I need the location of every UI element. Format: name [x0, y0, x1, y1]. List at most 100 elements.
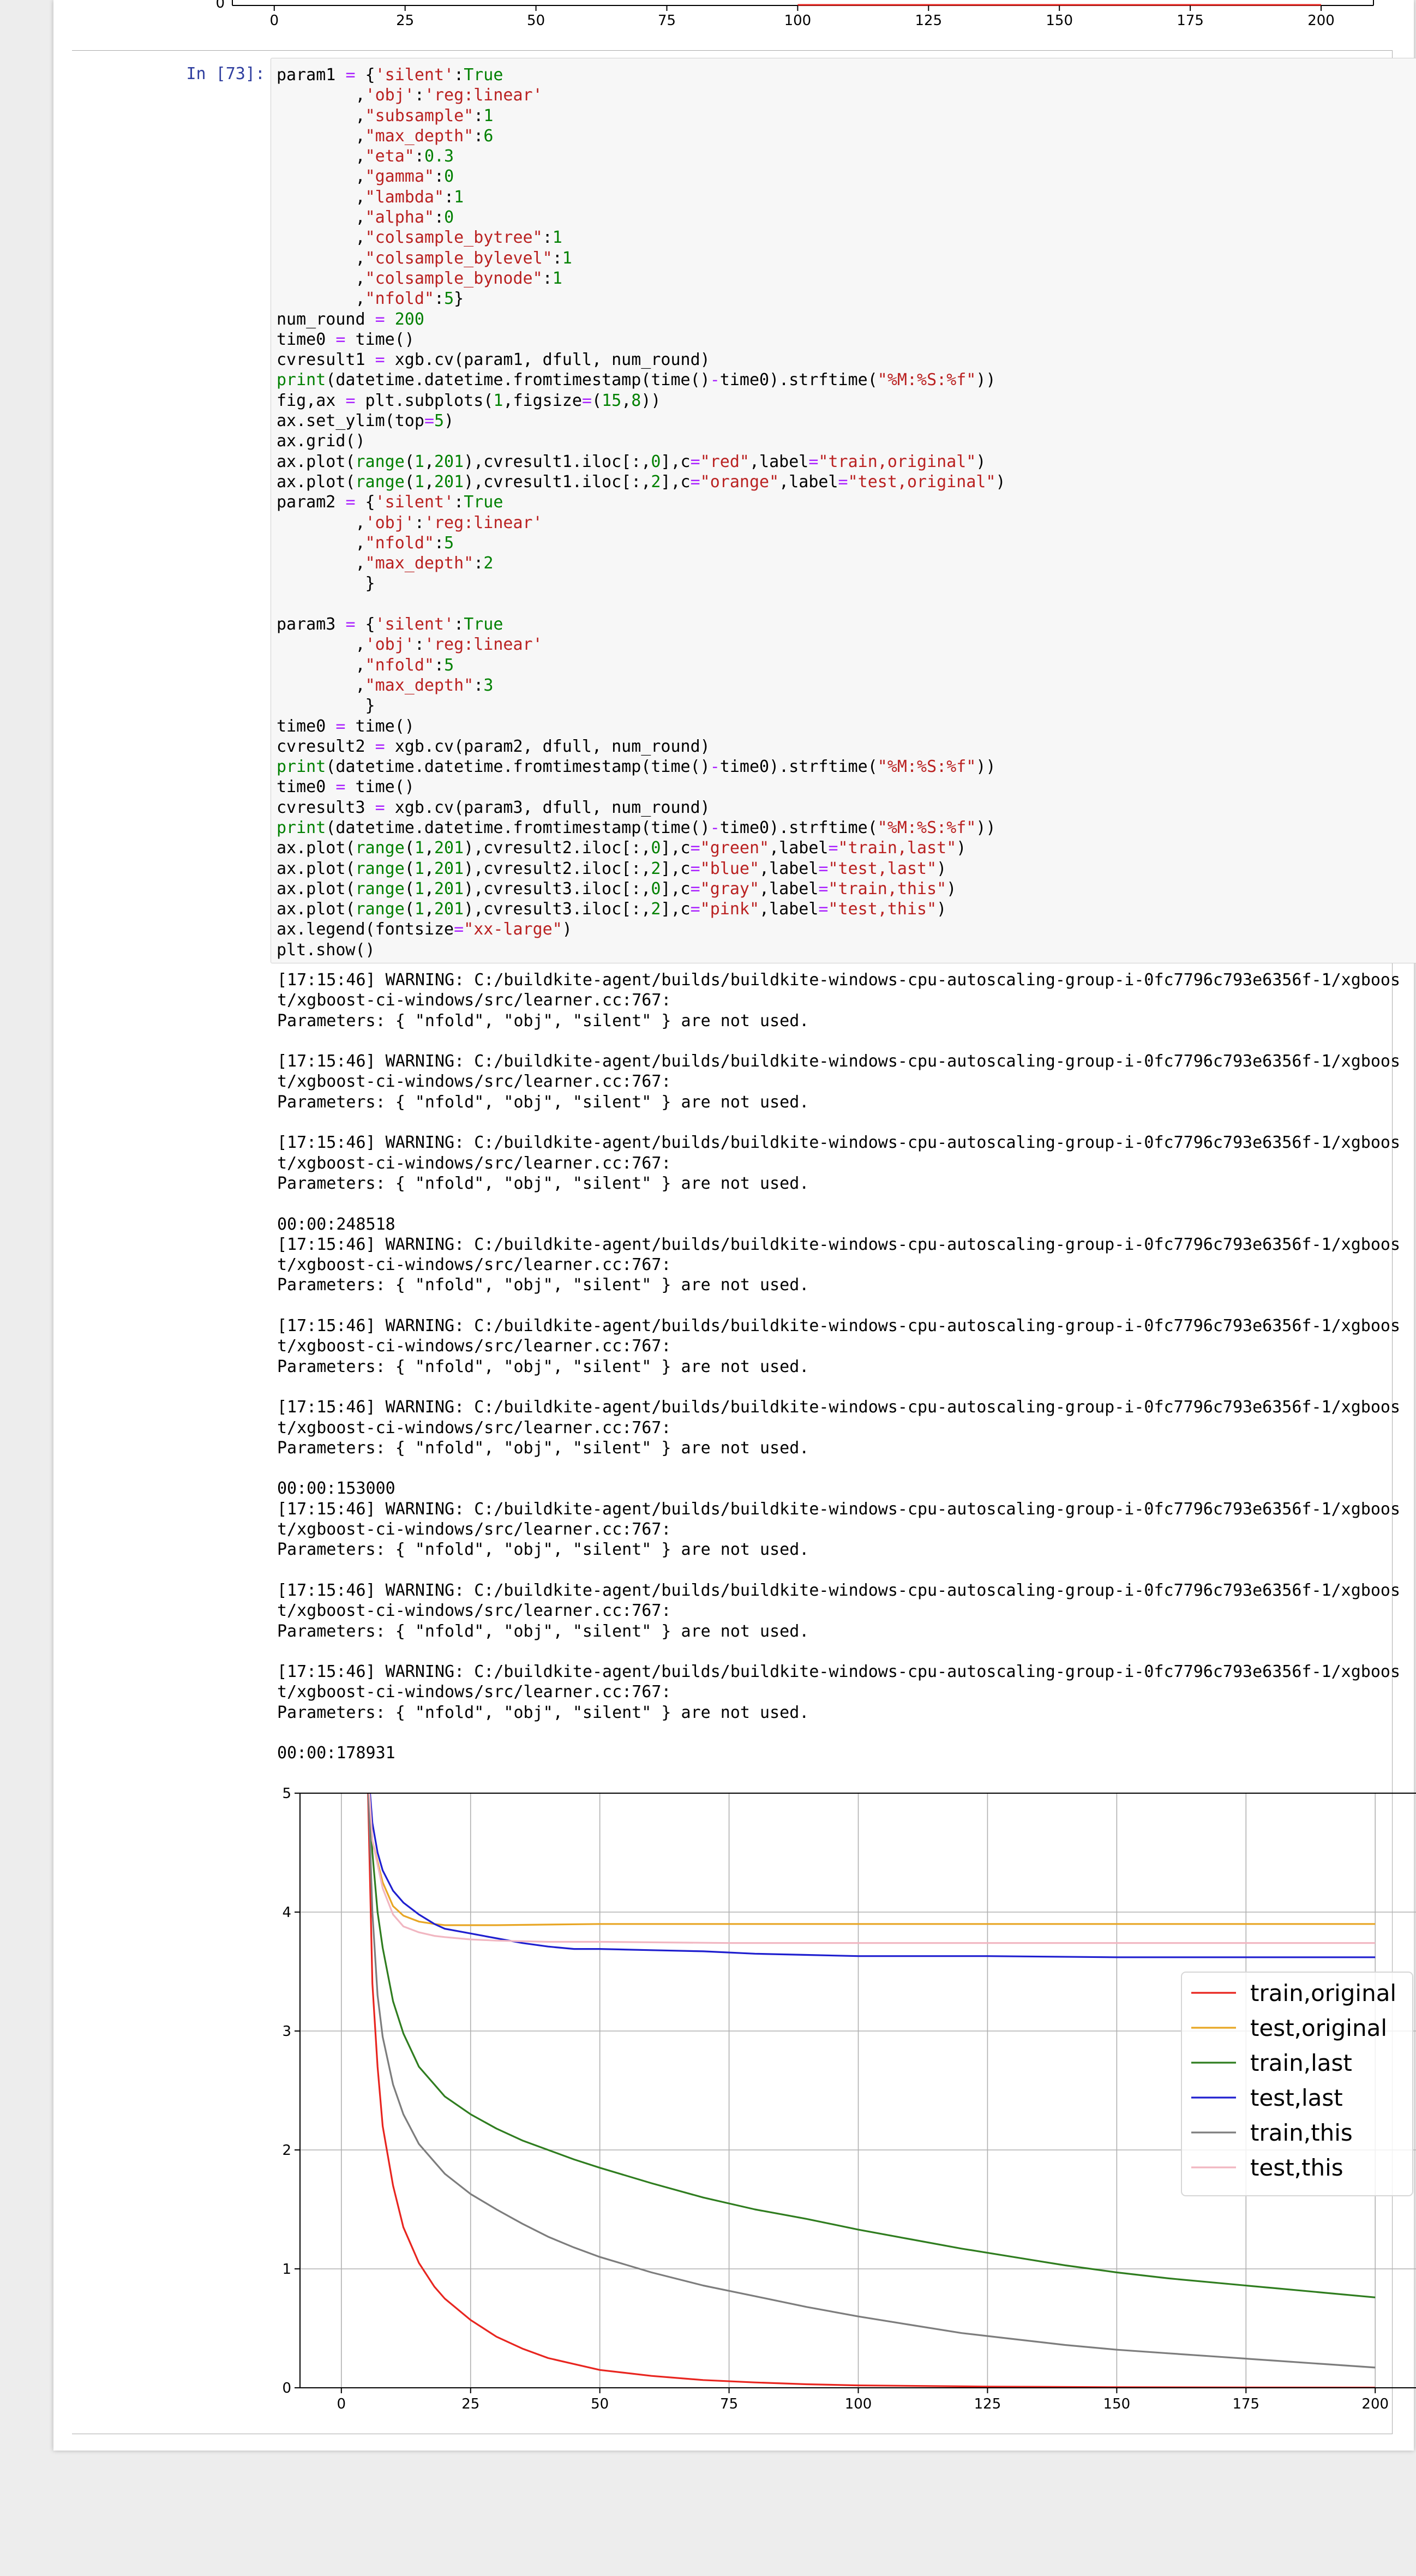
code-token: "green" [700, 838, 770, 858]
code-line: ,"alpha":0 [277, 208, 454, 227]
code-token: = [818, 879, 829, 898]
code-token: : [414, 635, 424, 655]
series-line-test-original [368, 1793, 1376, 1926]
notebook-page: 0 25 50 75 100 125 150 175 200 0 In [73]: param1 … [53, 0, 1416, 2451]
code-token: = [424, 411, 434, 431]
y-tick-label: 4 [282, 1904, 291, 1921]
code-token: "alpha" [365, 208, 434, 227]
code-token: 1 [414, 859, 424, 878]
code-token: ax.plot( [277, 879, 356, 898]
code-line: cvresult1 = xgb.cv(param1, dfull, num_ro… [277, 350, 710, 369]
previous-plot-axis: 0 25 50 75 100 125 150 175 200 0 [215, 0, 1374, 29]
code-token: num_round [277, 309, 375, 329]
code-token: "colsample_bytree" [365, 228, 543, 248]
code-token: ( [404, 452, 415, 471]
output-line: [17:15:46] WARNING: C:/buildkite-agent/b… [277, 1499, 1401, 1519]
output-line: t/xgboost-ci-windows/src/learner.cc:767: [277, 1255, 671, 1275]
legend-label: train,this [1250, 2119, 1353, 2146]
x-tick-label: 100 [845, 2396, 872, 2412]
code-token: 'obj' [365, 86, 415, 105]
code-line: } [277, 696, 375, 715]
code-token: (datetime.datetime.fromtimestamp(time() [326, 818, 710, 837]
code-token: 8 [631, 391, 641, 410]
code-token: "xx-large" [464, 920, 562, 939]
x-tick-label: 25 [461, 2396, 479, 2412]
code-token: , [277, 86, 365, 105]
code-token: : [473, 675, 484, 695]
code-line: ax.plot(range(1,201),cvresult3.iloc[:,0]… [277, 879, 956, 898]
code-token: : [434, 208, 445, 227]
code-token: ax.grid() [277, 432, 365, 451]
code-token: = [375, 798, 385, 817]
code-token: , [277, 106, 365, 125]
code-token: { [355, 493, 375, 512]
code-token: "test,original" [848, 472, 996, 492]
code-token: , [277, 268, 365, 288]
code-token: range [355, 472, 405, 492]
code-token: 5 [434, 411, 445, 431]
output-line: Parameters: { "nfold", "obj", "silent" }… [277, 1011, 809, 1031]
code-token: = [838, 472, 848, 492]
code-token: "train,this" [828, 879, 947, 898]
code-token: 2 [651, 900, 661, 919]
code-token: : [552, 248, 562, 268]
code-token: { [355, 615, 375, 634]
code-token: 0 [444, 208, 454, 227]
code-token: 1 [562, 248, 572, 268]
code-token: "max_depth" [365, 554, 474, 573]
code-token: 2 [651, 472, 661, 492]
prev-x-tick-label: 125 [915, 13, 942, 29]
code-token: - [710, 818, 720, 837]
code-token: 0 [651, 879, 661, 898]
code-token: : [473, 126, 484, 146]
code-line: ,"colsample_bytree":1 [277, 228, 562, 247]
x-tick-label: 75 [720, 2396, 738, 2412]
code-line: param2 = {'silent':True [277, 493, 503, 512]
code-token: , [424, 838, 434, 858]
output-line: t/xgboost-ci-windows/src/learner.cc:767: [277, 1153, 671, 1173]
code-editor[interactable]: param1 = {'silent':True ,'obj':'reg:line… [271, 58, 1416, 963]
code-token: ],c [661, 879, 691, 898]
code-token: = [818, 859, 829, 878]
code-token: 201 [434, 452, 464, 471]
code-line: num_round = 200 [277, 310, 424, 329]
code-token: 1 [414, 879, 424, 898]
code-token: , [277, 289, 365, 309]
prev-x-tick-label: 25 [396, 13, 414, 29]
code-token: "train,original" [818, 452, 976, 471]
code-token: = [375, 736, 385, 756]
code-token: time0).strftime( [719, 757, 878, 777]
code-token: } [277, 696, 375, 716]
prev-x-tick-label: 50 [527, 13, 545, 29]
code-token: ( [404, 879, 415, 898]
code-token: , [277, 635, 365, 655]
code-token: = [375, 309, 385, 329]
prev-y-tick-label: 0 [215, 0, 225, 11]
legend-label: test,original [1250, 2015, 1387, 2041]
code-token: = [335, 716, 346, 736]
code-line: ,"nfold":5 [277, 534, 454, 553]
code-token: time() [345, 330, 415, 349]
code-token: "%M:%S:%f" [877, 757, 976, 777]
code-token: "nfold" [365, 655, 434, 675]
code-token: , [424, 859, 434, 878]
code-token: print [277, 370, 326, 390]
code-token: print [277, 818, 326, 837]
code-token: 3 [483, 675, 494, 695]
output-line: Parameters: { "nfold", "obj", "silent" }… [277, 1173, 809, 1193]
cell-prompt: In [73]: [186, 64, 266, 83]
output-line: t/xgboost-ci-windows/src/learner.cc:767: [277, 1601, 671, 1621]
code-token: 201 [434, 900, 464, 919]
cv-results-chart: 0 25 50 75 100 125 150 175 200 0 1 2 3 4 5 train,origin… [282, 1786, 1416, 2412]
code-line: ,"max_depth":6 [277, 127, 493, 146]
code-line: ,'obj':'reg:linear' [277, 86, 542, 105]
code-token: 1 [414, 900, 424, 919]
code-token: "blue" [700, 859, 760, 878]
y-tick-label: 1 [282, 2261, 291, 2278]
legend-label: test,last [1250, 2084, 1343, 2111]
code-token: time0 [277, 777, 336, 797]
code-token: = [828, 838, 838, 858]
code-text[interactable]: param1 = {'silent':True ,'obj':'reg:line… [277, 65, 1006, 960]
code-line: param1 = {'silent':True [277, 65, 503, 85]
output-line: Parameters: { "nfold", "obj", "silent" }… [277, 1540, 809, 1560]
